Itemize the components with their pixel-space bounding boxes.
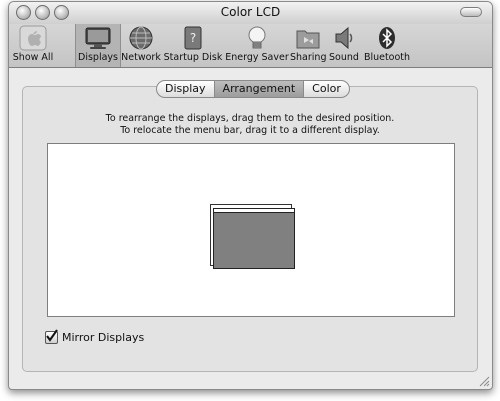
title-bar[interactable]: Color LCD [9,2,492,24]
globe-icon [129,26,153,50]
speaker-icon [335,26,353,50]
instruction-text-line-1: To rearrange the displays, drag them to … [105,113,395,124]
toolbar-item-label: Show All [12,52,54,63]
display-arrangement-area [47,143,455,317]
toolbar-item-displays[interactable]: Displays [75,24,121,67]
toolbar-toggle-button[interactable] [460,7,482,17]
toolbar-item-label: Energy Saver [225,52,289,63]
checkmark-icon [46,329,58,342]
tab-color[interactable]: Color [304,81,349,97]
tab-bar: Display Arrangement Color [156,80,350,98]
mirror-displays-label: Mirror Displays [62,331,145,344]
toolbar-item-label: Sharing [290,52,327,63]
toolbar-item-label: Network [121,52,161,63]
instruction-text-line-2: To relocate the menu bar, drag it to a d… [120,125,380,136]
toolbar-item-sharing[interactable]: Sharing [290,24,326,67]
toolbar-item-label: Sound [329,52,359,63]
toolbar-item-label: Bluetooth [363,52,411,63]
lightbulb-icon [248,26,266,49]
mirror-displays-option[interactable]: Mirror Displays [45,329,145,344]
toolbar-item-show-all[interactable]: Show All [11,24,55,67]
toolbar-item-energy-saver[interactable]: Energy Saver [225,24,289,67]
toolbar: Show All Displays Network ? Startup Disk… [9,24,492,68]
tab-arrangement[interactable]: Arrangement [214,81,305,97]
toolbar-item-network[interactable]: Network [121,24,161,67]
monitor-icon [85,27,111,49]
toolbar-item-label: Startup Disk [163,52,223,63]
tab-display[interactable]: Display [157,81,215,97]
folder-icon [296,30,320,49]
menu-bar-indicator[interactable] [214,209,294,213]
svg-text:?: ? [190,31,196,45]
toolbar-item-sound[interactable]: Sound [328,24,360,67]
mirror-displays-checkbox[interactable] [45,329,58,344]
bluetooth-icon [379,27,395,49]
toolbar-item-label: Displays [78,52,118,63]
apple-icon [19,25,47,51]
preferences-window: Color LCD Show All Displays Network ? St… [8,1,493,390]
window-title: Color LCD [220,5,281,19]
hard-disk-icon: ? [184,26,202,50]
resize-grip-icon[interactable] [478,375,490,387]
toolbar-item-bluetooth[interactable]: Bluetooth [363,24,411,67]
display-thumbnail[interactable] [213,208,295,269]
toolbar-item-startup-disk[interactable]: ? Startup Disk [163,24,223,67]
